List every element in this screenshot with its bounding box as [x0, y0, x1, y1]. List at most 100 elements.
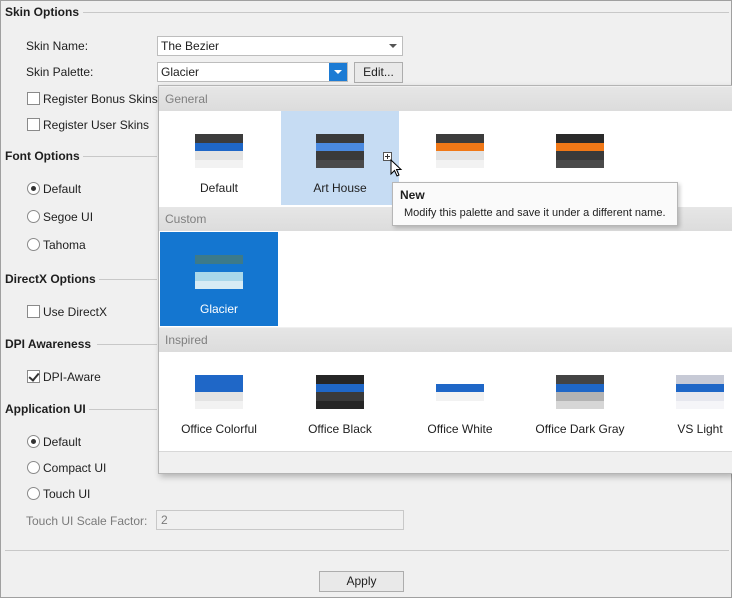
swatch-bar	[195, 280, 243, 289]
palette-swatch	[195, 255, 243, 289]
swatch-bar	[556, 134, 604, 143]
register-user-skins-label: Register User Skins	[43, 118, 150, 132]
skin-name-label: Skin Name:	[26, 39, 89, 53]
swatch-bar	[195, 151, 243, 160]
apply-button[interactable]: Apply	[319, 571, 404, 592]
section-divider	[83, 12, 729, 13]
palette-tile-default[interactable]: Default	[160, 111, 278, 205]
section-divider	[99, 279, 157, 280]
swatch-bar	[316, 375, 364, 384]
swatch-bar	[195, 383, 243, 392]
swatch-bar	[316, 134, 364, 143]
swatch-bar	[436, 134, 484, 143]
swatch-bar	[676, 392, 724, 401]
group-header-inspired: Inspired	[159, 328, 732, 352]
section-divider	[97, 344, 157, 345]
font-segoe-ui-radio[interactable]	[27, 210, 40, 223]
popup-footer	[159, 451, 732, 473]
swatch-bar	[316, 159, 364, 168]
palette-tile-label: Office Colorful	[181, 422, 257, 436]
dpi-aware-label: DPI-Aware	[43, 370, 101, 384]
swatch-bar	[316, 392, 364, 401]
font-default-radio[interactable]	[27, 182, 40, 195]
swatch-bar	[195, 255, 243, 264]
section-divider	[83, 156, 157, 157]
register-user-skins-checkbox[interactable]	[27, 118, 40, 131]
group-body-custom: Glacier	[159, 231, 732, 327]
chevron-down-icon[interactable]	[384, 37, 402, 55]
swatch-bar	[556, 375, 604, 384]
skin-palette-value: Glacier	[161, 65, 200, 79]
skin-name-combo[interactable]: The Bezier	[157, 36, 403, 56]
swatch-bar	[556, 142, 604, 151]
options-window: Skin Options Skin Name: The Bezier Skin …	[0, 0, 732, 598]
swatch-bar	[195, 263, 243, 272]
group-body-inspired: Office Colorful Office Black Office Whit…	[159, 352, 732, 451]
palette-tile-office-white[interactable]: Office White	[401, 352, 519, 446]
swatch-bar	[195, 400, 243, 409]
palette-tile-label: Office Black	[308, 422, 372, 436]
group-header-general: General	[159, 87, 732, 111]
palette-swatch	[195, 134, 243, 168]
skin-name-value: The Bezier	[161, 39, 220, 53]
ui-compact-radio[interactable]	[27, 461, 40, 474]
ui-default-radio[interactable]	[27, 435, 40, 448]
new-palette-tooltip: New Modify this palette and save it unde…	[392, 182, 678, 226]
use-directx-checkbox[interactable]	[27, 305, 40, 318]
section-skin-options: Skin Options	[5, 5, 80, 19]
swatch-bar	[195, 272, 243, 281]
font-tahoma-label: Tahoma	[43, 238, 86, 252]
swatch-bar	[195, 159, 243, 168]
swatch-bar	[556, 400, 604, 409]
swatch-bar	[556, 151, 604, 160]
swatch-bar	[195, 142, 243, 151]
swatch-bar	[436, 142, 484, 151]
font-segoe-ui-label: Segoe UI	[43, 210, 94, 224]
palette-tile-office-colorful[interactable]: Office Colorful	[160, 352, 278, 446]
palette-tile-glacier[interactable]: Glacier	[160, 232, 278, 326]
skin-palette-label: Skin Palette:	[26, 65, 94, 79]
swatch-bar	[436, 392, 484, 401]
swatch-bar	[436, 375, 484, 384]
touch-scale-label: Touch UI Scale Factor:	[26, 514, 148, 528]
ui-default-label: Default	[43, 435, 82, 449]
palette-swatch	[195, 375, 243, 409]
swatch-bar	[195, 392, 243, 401]
section-application-ui: Application UI	[5, 402, 86, 416]
section-directx-options: DirectX Options	[5, 272, 96, 286]
swatch-bar	[316, 400, 364, 409]
register-bonus-skins-checkbox[interactable]	[27, 92, 40, 105]
swatch-bar	[316, 383, 364, 392]
ui-touch-radio[interactable]	[27, 487, 40, 500]
swatch-bar	[676, 383, 724, 392]
section-font-options: Font Options	[5, 149, 80, 163]
section-divider	[89, 409, 157, 410]
palette-tile-label: Office White	[427, 422, 493, 436]
palette-tile-label: Art House	[313, 181, 367, 195]
tooltip-title: New	[400, 188, 425, 202]
palette-gallery-popup: General Default Art House Custom Glacier…	[158, 85, 732, 474]
swatch-bar	[195, 375, 243, 384]
edit-palette-button[interactable]: Edit...	[354, 62, 403, 83]
font-tahoma-radio[interactable]	[27, 238, 40, 251]
palette-tile-office-black[interactable]: Office Black	[281, 352, 399, 446]
touch-scale-input[interactable]: 2	[156, 510, 404, 530]
mouse-pointer-icon	[390, 159, 403, 177]
palette-tile-art-house[interactable]: Art House	[281, 111, 399, 205]
palette-tile-office-dark-gray[interactable]: Office Dark Gray	[521, 352, 639, 446]
tooltip-text: Modify this palette and save it under a …	[404, 207, 666, 219]
footer-divider	[5, 550, 729, 551]
swatch-bar	[436, 400, 484, 409]
skin-palette-combo[interactable]: Glacier	[157, 62, 348, 82]
palette-tile-label: VS Light	[677, 422, 723, 436]
dpi-aware-checkbox[interactable]	[27, 370, 40, 383]
palette-swatch	[556, 134, 604, 168]
use-directx-label: Use DirectX	[43, 305, 108, 319]
palette-swatch	[436, 375, 484, 409]
palette-tile-vs-light[interactable]: VS Light	[641, 352, 732, 446]
swatch-bar	[556, 392, 604, 401]
swatch-bar	[316, 142, 364, 151]
chevron-down-icon[interactable]	[329, 63, 347, 81]
font-default-label: Default	[43, 182, 82, 196]
palette-tile-label: Glacier	[199, 302, 238, 316]
